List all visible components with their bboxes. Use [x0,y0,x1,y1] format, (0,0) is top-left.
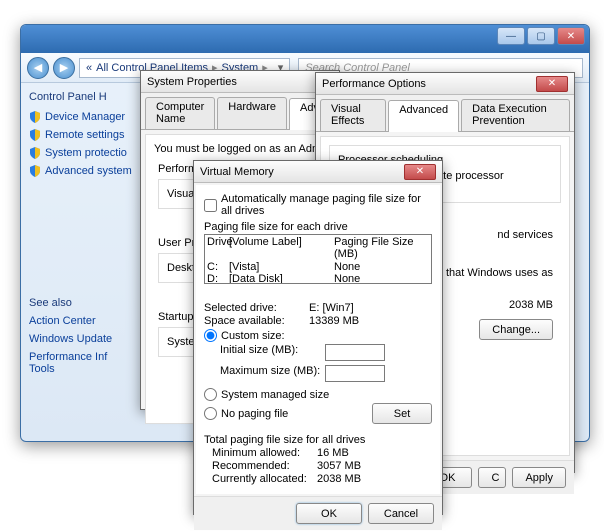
custom-size-input[interactable] [204,329,217,342]
tab-visual-effects[interactable]: Visual Effects [320,99,386,131]
see-also-heading: See also [29,297,133,309]
sidebar-item-advanced-system[interactable]: Advanced system [29,165,133,177]
no-paging-label: No paging file [221,408,288,420]
shield-icon [29,111,41,123]
sidebar-item-device-manager[interactable]: Device Manager [29,111,133,123]
sidebar-item-label: Advanced system [45,165,132,177]
sidebar-item-system-protection[interactable]: System protectio [29,147,133,159]
sidebar-item-remote-settings[interactable]: Remote settings [29,129,133,141]
vm-total-value: 2038 MB [509,299,553,311]
no-paging-input[interactable] [204,407,217,420]
drive-row[interactable]: C: [Vista] None [205,261,431,273]
back-button[interactable]: ◀ [27,57,49,79]
shield-icon [29,165,41,177]
set-button[interactable]: Set [372,403,432,424]
tab-bar: Visual Effects Advanced Data Execution P… [316,95,574,132]
cancel-button[interactable]: Cancel [368,503,434,524]
no-paging-radio[interactable]: No paging file [204,407,288,420]
forward-button[interactable]: ▶ [53,57,75,79]
tab-bar: Computer Name Hardware Advanced [141,93,339,130]
seealso-windows-update[interactable]: Windows Update [29,333,133,345]
tab-computer-name[interactable]: Computer Name [145,97,215,129]
drive-list[interactable]: Drive [Volume Label] Paging File Size (M… [204,234,432,284]
recommended-value: 3057 MB [317,460,361,472]
auto-manage-checkbox[interactable]: Automatically manage paging file size fo… [204,193,432,217]
close-icon[interactable]: ✕ [536,76,568,92]
breadcrumb-prefix-icon: « [86,62,92,74]
auto-manage-label: Automatically manage paging file size fo… [221,193,432,217]
sidebar-item-label: Device Manager [45,111,125,123]
system-managed-radio[interactable]: System managed size [204,388,432,401]
apply-button[interactable]: Apply [512,467,566,488]
currently-allocated-label: Currently allocated: [212,473,317,485]
initial-size-input[interactable] [325,344,385,361]
dialog-title: Virtual Memory [200,166,274,178]
dialog-titlebar: System Properties [141,71,339,93]
see-also-section: See also Action Center Windows Update Pe… [29,297,133,375]
tab-hardware[interactable]: Hardware [217,97,287,129]
admin-note-text: You must be logged on as an Administra [154,143,326,155]
minimum-allowed-value: 16 MB [317,447,349,459]
sidebar-heading: Control Panel H [29,91,133,103]
currently-allocated-value: 2038 MB [317,473,361,485]
drive-list-header: Drive [Volume Label] Paging File Size (M… [205,235,431,261]
initial-size-label: Initial size (MB): [220,344,325,361]
recommended-label: Recommended: [212,460,317,472]
seealso-action-center[interactable]: Action Center [29,315,133,327]
drive-list-heading: Paging file size for each drive [204,221,432,233]
vm-fragment-text: nd services [497,229,553,241]
shield-icon [29,129,41,141]
cancel-button[interactable]: C [478,467,506,488]
sidebar: Control Panel H Device Manager Remote se… [21,83,141,441]
close-button[interactable]: ✕ [557,27,585,45]
total-paging-heading: Total paging file size for all drives [204,434,432,446]
system-managed-label: System managed size [221,389,329,401]
custom-size-label: Custom size: [221,330,285,342]
maximum-size-label: Maximum size (MB): [220,365,325,382]
tab-advanced[interactable]: Advanced [388,100,459,132]
dialog-titlebar[interactable]: Virtual Memory ✕ [194,161,442,183]
space-available-label: Space available: [204,315,309,327]
virtual-memory-dialog: Virtual Memory ✕ Automatically manage pa… [193,160,443,515]
vm-fragment-text: k that Windows uses as [437,267,553,279]
tab-dep[interactable]: Data Execution Prevention [461,99,570,131]
selected-drive-label: Selected drive: [204,302,309,314]
window-titlebar: — ▢ ✕ [21,25,589,53]
sidebar-item-label: System protectio [45,147,127,159]
dialog-footer: OK Cancel [194,496,442,530]
close-icon[interactable]: ✕ [404,164,436,180]
seealso-performance-info[interactable]: Performance Inf Tools [29,351,133,375]
change-button[interactable]: Change... [479,319,553,340]
space-available-value: 13389 MB [309,315,359,327]
ok-button[interactable]: OK [296,503,362,524]
drive-row[interactable]: D: [Data Disk] None [205,273,431,284]
dialog-title: System Properties [147,76,237,88]
auto-manage-input[interactable] [204,199,217,212]
selected-drive-value: E: [Win7] [309,302,354,314]
dialog-titlebar: Performance Options ✕ [316,73,574,95]
shield-icon [29,147,41,159]
maximize-button[interactable]: ▢ [527,27,555,45]
custom-size-radio[interactable]: Custom size: [204,329,432,342]
system-managed-input[interactable] [204,388,217,401]
minimize-button[interactable]: — [497,27,525,45]
minimum-allowed-label: Minimum allowed: [212,447,317,459]
dialog-title: Performance Options [322,78,426,90]
maximum-size-input[interactable] [325,365,385,382]
sidebar-item-label: Remote settings [45,129,124,141]
